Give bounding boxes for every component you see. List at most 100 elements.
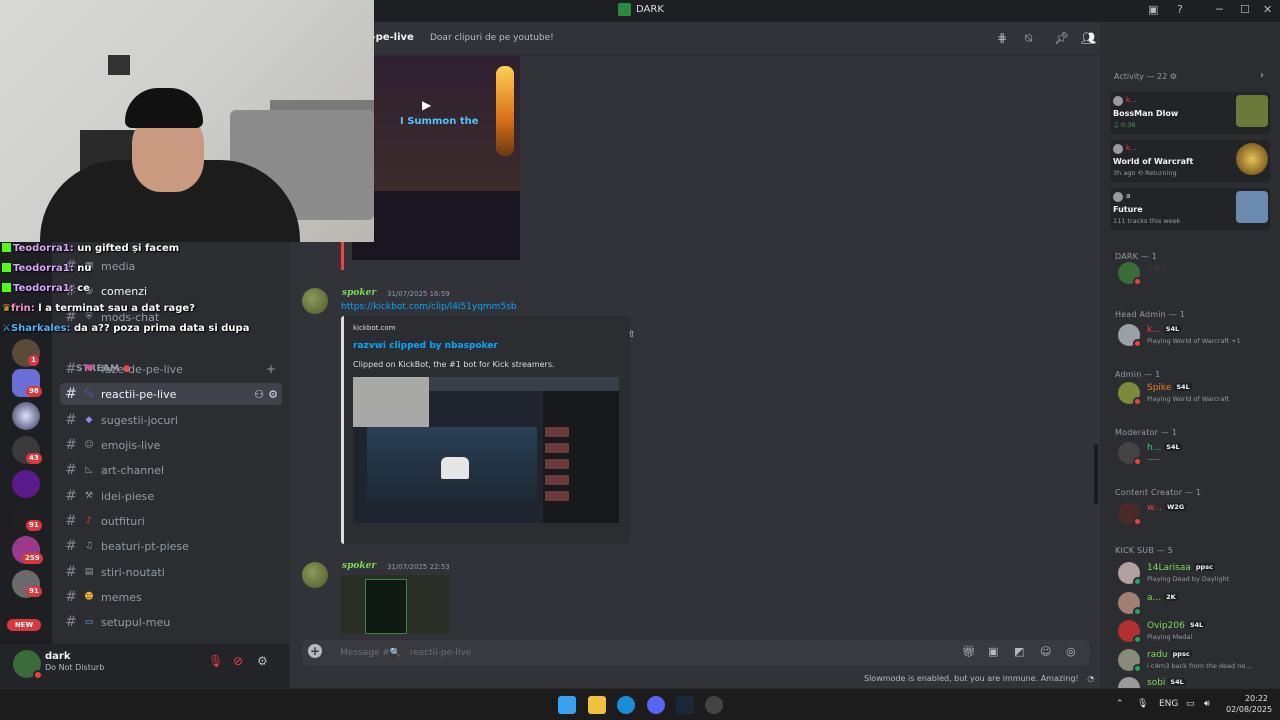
- embed-image[interactable]: [353, 377, 619, 523]
- channel-outfituri[interactable]: # ♪ outfituri: [60, 510, 282, 532]
- message-input[interactable]: [340, 644, 840, 662]
- mute-mic-icon[interactable]: 🎙︎: [208, 654, 223, 668]
- add-attachment-icon[interactable]: +: [308, 644, 322, 658]
- channel-emojis-live[interactable]: # ☺ emojis-live: [60, 434, 282, 456]
- channel-name: i-pe-live: [368, 32, 414, 43]
- member-item[interactable]: a... 2K: [1118, 592, 1278, 620]
- stream-chat-user: Teodorra1:: [13, 283, 74, 294]
- new-unreads-pill[interactable]: NEW: [7, 619, 41, 631]
- hash-icon: #: [65, 589, 77, 605]
- member-item[interactable]: h... S4L ——: [1118, 442, 1278, 470]
- message-link[interactable]: https://kickbot.com/clip/l4i51yqmm5sb: [341, 302, 517, 312]
- member-item[interactable]: sobi S4L: [1118, 677, 1278, 688]
- activity-card[interactable]: a Future 111 tracks this week: [1110, 188, 1270, 230]
- channel-topic[interactable]: Doar clipuri de pe youtube!: [430, 33, 554, 43]
- windows-start-icon[interactable]: [558, 696, 576, 714]
- member-group-header: Admin — 1: [1115, 370, 1161, 379]
- help-icon[interactable]: ?: [1177, 3, 1183, 16]
- member-name: a... 2K: [1147, 593, 1178, 603]
- member-item[interactable]: k... S4L Playing World of Warcraft +1: [1118, 324, 1278, 352]
- channel-reactii-pe-live[interactable]: # 🔍︎ reactii-pe-live ⚇ ⚙: [60, 383, 282, 405]
- avatar[interactable]: [302, 288, 328, 314]
- gear-icon[interactable]: ⚙: [268, 388, 278, 401]
- stream-chat-line: ♛frin: l a terminat sau a dat rage?: [2, 303, 195, 314]
- video-attachment[interactable]: ▶ I Summon the: [352, 56, 520, 260]
- avatar[interactable]: [302, 562, 328, 588]
- activity-card[interactable]: k... BossMan Dlow ♫ 0:36: [1110, 92, 1270, 134]
- chevron-right-icon[interactable]: ›: [1260, 70, 1264, 81]
- server-tag: S4L: [1163, 325, 1182, 333]
- member-item[interactable]: radu ppsc i c4rn3 back from the dead no...: [1118, 649, 1278, 677]
- status-dot-icon: [1133, 577, 1142, 586]
- server-badge: 91: [26, 586, 42, 597]
- obs-icon[interactable]: [705, 696, 723, 714]
- gif-icon[interactable]: ▣: [988, 645, 998, 658]
- member-list-icon[interactable]: 👥︎: [1081, 31, 1096, 45]
- member-item[interactable]: dark: [1118, 262, 1278, 290]
- member-item[interactable]: w... W2G: [1118, 502, 1278, 530]
- stream-chat-user: Teodorra1:: [13, 263, 74, 274]
- channel-stiri-noutati[interactable]: # ▤ stiri-noutati: [60, 561, 282, 583]
- language-indicator[interactable]: ENG: [1159, 699, 1178, 709]
- file-explorer-icon[interactable]: [588, 696, 606, 714]
- member-item[interactable]: 14Larisaa ppsc Playing Dead by Daylight: [1118, 562, 1278, 590]
- message-author[interactable]: spoker: [342, 288, 376, 298]
- screenshot-thumb: [545, 443, 569, 453]
- microphone-icon[interactable]: 🎙︎: [1137, 699, 1148, 709]
- user-panel: dark Do Not Disturb 🎙︎ ⊘ ⚙: [0, 644, 290, 688]
- member-item[interactable]: Spike S4L Playing World of Warcraft: [1118, 382, 1278, 410]
- minimize-button[interactable]: ─: [1216, 3, 1223, 16]
- threads-icon[interactable]: ⋕: [997, 31, 1007, 45]
- message-author[interactable]: spoker: [342, 561, 376, 571]
- channel-memes[interactable]: # ☻ memes: [60, 586, 282, 608]
- chat-scrollbar[interactable]: [1094, 444, 1098, 504]
- activity-title: BossMan Dlow: [1113, 109, 1179, 118]
- server-icon[interactable]: [12, 470, 40, 498]
- network-icon[interactable]: ▭: [1186, 699, 1195, 709]
- gear-icon[interactable]: ⚙: [257, 654, 268, 668]
- channel-media[interactable]: # ▦ media: [60, 255, 282, 277]
- edge-icon[interactable]: [617, 696, 635, 714]
- embed-title[interactable]: razvwi clipped by nbaspoker: [353, 341, 498, 351]
- gear-icon[interactable]: ⚙: [1170, 72, 1177, 81]
- channel-idei-piese[interactable]: # ⚒ idei-piese: [60, 485, 282, 507]
- inbox-icon[interactable]: ▣: [1148, 3, 1158, 16]
- deafen-icon[interactable]: ⊘: [233, 654, 243, 668]
- gift-icon[interactable]: 🎁︎: [962, 645, 976, 658]
- emoji-icon[interactable]: ☺: [1040, 645, 1051, 658]
- play-icon[interactable]: ▶: [422, 98, 431, 112]
- volume-icon[interactable]: 🔊︎: [1204, 699, 1210, 709]
- server-icon[interactable]: [12, 402, 40, 430]
- screenshot-thumb: [545, 475, 569, 485]
- channel-faze-de-pe-live[interactable]: # ♥ faze-de-pe-live: [60, 358, 282, 380]
- sticker-icon[interactable]: ◩: [1014, 645, 1024, 658]
- stream-chat-line: ⚔Sharkales: da a?? poza prima data si du…: [2, 323, 249, 334]
- activity-card[interactable]: k... World of Warcraft 3h ago ⟲ Returnin…: [1110, 140, 1270, 182]
- message-composer: + 🎁︎ ▣ ◩ ☺ ◎: [302, 640, 1090, 666]
- invite-icon[interactable]: ⚇: [254, 388, 264, 401]
- member-name-text: w...: [1147, 503, 1163, 513]
- member-group-header: Content Creator — 1: [1115, 488, 1202, 497]
- clock[interactable]: 20:22 02/08/2025: [1226, 693, 1272, 715]
- maximize-button[interactable]: ☐: [1240, 3, 1250, 16]
- member-item[interactable]: Ovip206 S4L Playing Medal: [1118, 620, 1278, 648]
- server-logo-icon: [618, 3, 631, 16]
- activity-user: k...: [1126, 144, 1137, 152]
- channel-setupul-meu[interactable]: # ▭ setupul-meu: [60, 611, 282, 633]
- channel-comenzi[interactable]: # ◉ comenzi: [60, 280, 282, 302]
- notifications-muted-icon[interactable]: ⍉: [1025, 31, 1032, 46]
- pin-icon[interactable]: 📌︎: [1054, 31, 1069, 45]
- channel-beaturi-pt-piese[interactable]: # ♫ beaturi-pt-piese: [60, 535, 282, 557]
- channel-art-channel[interactable]: # ◺ art-channel: [60, 459, 282, 481]
- discord-icon[interactable]: [647, 696, 665, 714]
- chevron-up-icon[interactable]: ⌃: [1116, 699, 1124, 709]
- status-dot-icon: [1133, 457, 1142, 466]
- channel-sugestii-jocuri[interactable]: # ◆ sugestii-jocuri: [60, 409, 282, 431]
- member-activity: Playing World of Warcraft +1: [1147, 337, 1241, 345]
- apps-icon[interactable]: ◎: [1066, 645, 1076, 658]
- video-attachment[interactable]: [341, 575, 449, 634]
- wall-frame: [108, 55, 130, 75]
- steam-icon[interactable]: [676, 696, 694, 714]
- close-button[interactable]: ✕: [1263, 3, 1272, 16]
- member-list: Activity — 22 ⚙ › k... BossMan Dlow ♫ 0:…: [1100, 22, 1280, 688]
